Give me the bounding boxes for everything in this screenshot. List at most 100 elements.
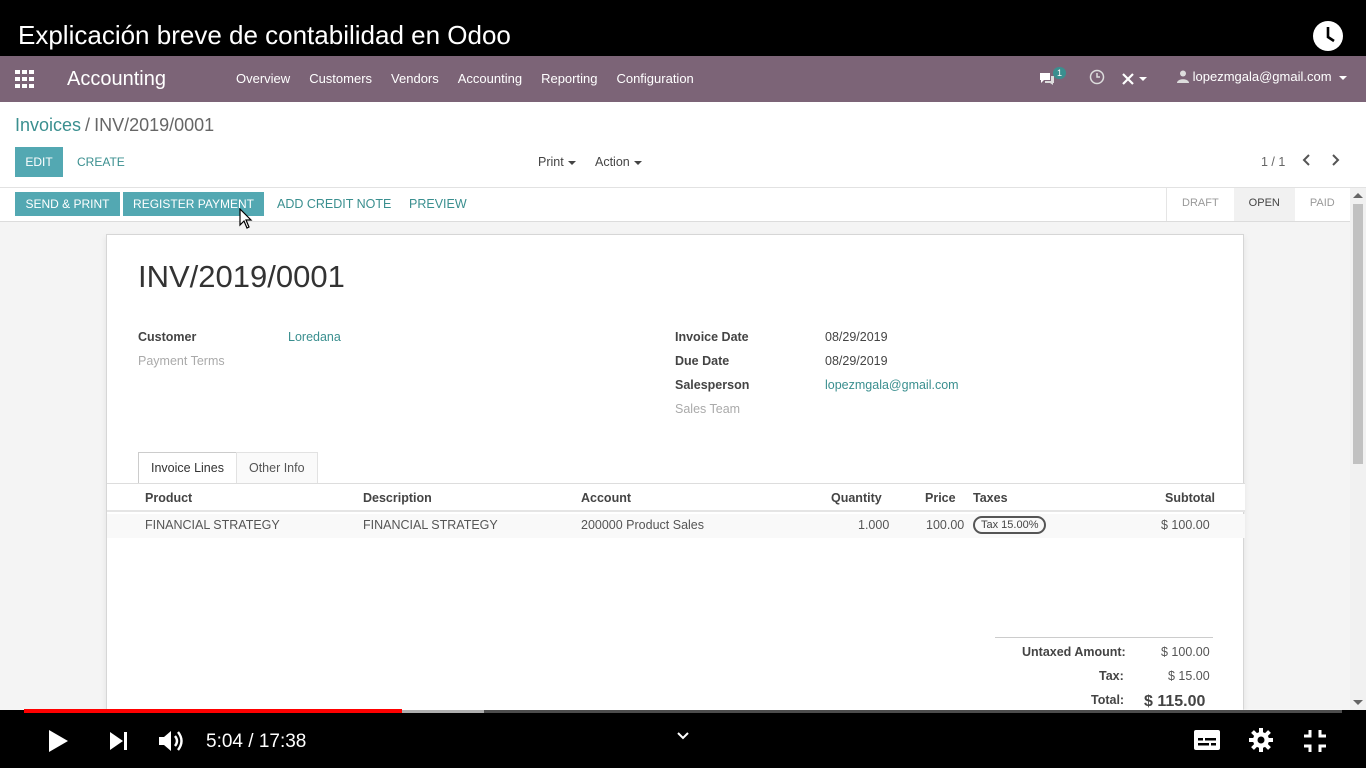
video-title-bar: Explicación breve de contabilidad en Odo… [0,0,1366,56]
print-dropdown[interactable]: Print [538,155,576,169]
user-menu[interactable]: lopezmgala@gmail.com [1177,69,1348,84]
state-paid[interactable]: PAID [1295,188,1350,221]
notebook-tabs: Invoice Lines Other Info [138,452,318,484]
tab-other-info[interactable]: Other Info [235,452,318,484]
create-button[interactable]: CREATE [77,155,125,169]
column-description[interactable]: Description [363,491,432,505]
column-account[interactable]: Account [581,491,631,505]
scroll-down-icon[interactable] [1353,700,1363,705]
form-background: INV/2019/0001 Customer Loredana Payment … [0,222,1350,710]
tax-tag: Tax 15.00% [973,516,1047,534]
time-total: 17:38 [258,731,307,752]
scroll-up-icon[interactable] [1353,193,1363,198]
column-price[interactable]: Price [925,491,956,505]
breadcrumb-invoices[interactable]: Invoices [15,115,81,135]
column-subtotal[interactable]: Subtotal [1165,491,1215,505]
cell-account: 200000 Product Sales [581,518,705,532]
watch-later-icon[interactable] [1312,20,1344,52]
tax-value: $ 15.00 [1168,669,1210,683]
debug-menu[interactable] [1121,70,1147,86]
form-statusbar: SEND & PRINT REGISTER PAYMENT ADD CREDIT… [0,188,1350,222]
tools-icon [1122,72,1134,85]
payment-terms-label: Payment Terms [138,354,225,368]
settings-gear-icon[interactable] [1248,727,1274,753]
time-separator: / [248,731,254,752]
total-value: $ 115.00 [1144,693,1206,710]
column-taxes[interactable]: Taxes [973,491,1008,505]
sales-team-label: Sales Team [675,402,741,416]
menu-overview[interactable]: Overview [236,71,290,86]
preview-button[interactable]: PREVIEW [409,197,467,211]
due-date-value: 08/29/2019 [825,354,888,368]
tax-label: Tax: [1099,669,1124,683]
main-menu: Overview Customers Vendors Accounting Re… [236,71,713,86]
breadcrumb-current: INV/2019/0001 [94,115,215,135]
pager-previous-icon[interactable] [1301,153,1313,167]
video-title: Explicación breve de contabilidad en Odo… [18,20,511,50]
breadcrumb-separator: / [85,115,91,135]
messaging-button[interactable]: 1 [1038,67,1070,89]
scrollbar-thumb[interactable] [1353,204,1363,464]
cell-price: 100.00 [926,518,965,532]
chevron-down-icon [1339,75,1348,80]
player-controls: 5:04 / 17:38 [0,713,1366,768]
time-display: 5:04 / 17:38 [206,731,306,753]
customer-value[interactable]: Loredana [288,330,341,344]
cell-description: FINANCIAL STRATEGY [363,518,498,532]
mouse-cursor-icon [239,208,253,229]
state-open[interactable]: OPEN [1233,188,1295,221]
chapters-chevron-icon[interactable] [676,731,690,741]
total-label: Total: [1091,693,1125,707]
breadcrumb: Invoices / INV/2019/0001 [15,114,214,136]
chevron-down-icon [1139,76,1147,81]
state-draft[interactable]: DRAFT [1167,188,1234,221]
odoo-navbar: Accounting Overview Customers Vendors Ac… [0,56,1366,102]
due-date-label: Due Date [675,354,730,368]
activity-clock-icon[interactable] [1089,69,1105,85]
subtitles-icon[interactable] [1193,728,1221,752]
customer-label: Customer [138,330,197,344]
apps-menu-icon[interactable] [15,70,35,88]
menu-accounting[interactable]: Accounting [458,71,522,86]
edit-button[interactable]: EDIT [15,147,63,177]
page-scrollbar[interactable] [1350,188,1366,710]
salesperson-value[interactable]: lopezmgala@gmail.com [825,378,959,392]
totals-divider [995,637,1213,638]
print-label: Print [538,155,564,169]
control-panel: Invoices / INV/2019/0001 EDIT CREATE Print… [0,102,1366,188]
untaxed-amount-label: Untaxed Amount: [1022,645,1126,659]
video-frame: Explicación breve de contabilidad en Odo… [0,0,1366,768]
next-icon[interactable] [108,730,130,752]
invoice-lines-header: Product Description Account Quantity Pri… [107,484,1245,512]
menu-customers[interactable]: Customers [309,71,372,86]
column-quantity[interactable]: Quantity [831,491,882,505]
menu-reporting[interactable]: Reporting [541,71,597,86]
send-print-button[interactable]: SEND & PRINT [15,192,120,216]
invoice-date-value: 08/29/2019 [825,330,888,344]
tab-invoice-lines[interactable]: Invoice Lines [138,452,237,484]
time-current: 5:04 [206,731,243,752]
status-steps: DRAFT OPEN PAID [1166,188,1350,221]
action-dropdown[interactable]: Action [595,155,642,169]
exit-fullscreen-icon[interactable] [1302,728,1328,754]
invoice-date-label: Invoice Date [675,330,749,344]
cell-subtotal: $ 100.00 [1161,518,1210,532]
invoice-number: INV/2019/0001 [138,259,345,294]
play-icon[interactable] [46,728,70,754]
pager-next-icon[interactable] [1329,153,1341,167]
user-icon [1177,70,1189,83]
salesperson-label: Salesperson [675,378,750,392]
add-credit-note-button[interactable]: ADD CREDIT NOTE [277,197,391,211]
menu-configuration[interactable]: Configuration [616,71,693,86]
chevron-down-icon [633,160,642,165]
cell-product: FINANCIAL STRATEGY [145,518,280,532]
column-product[interactable]: Product [145,491,192,505]
invoice-sheet: INV/2019/0001 Customer Loredana Payment … [106,234,1245,710]
menu-vendors[interactable]: Vendors [391,71,439,86]
pager-value[interactable]: 1 / 1 [1261,155,1285,169]
untaxed-amount-value: $ 100.00 [1161,645,1210,659]
chevron-down-icon [567,160,576,165]
app-brand[interactable]: Accounting [67,68,166,90]
chat-badge: 1 [1053,67,1067,79]
volume-icon[interactable] [157,727,187,755]
